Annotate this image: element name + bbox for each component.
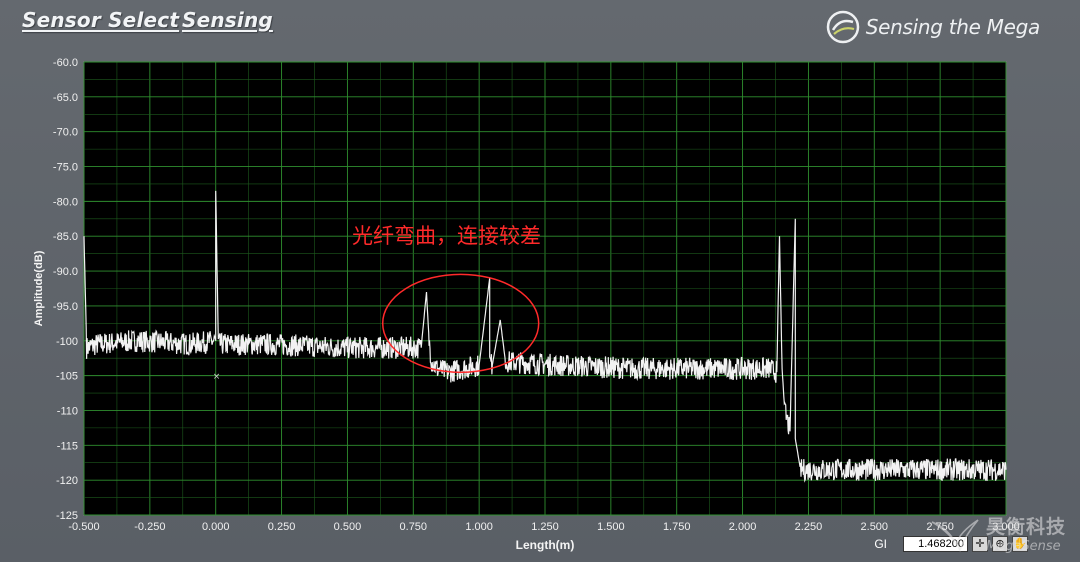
x-tick-label: 0.500: [334, 521, 362, 533]
y-axis-label: Amplitude(dB): [33, 250, 45, 326]
brand-swirl-icon: [826, 10, 859, 44]
x-tick-label: 2.000: [729, 521, 757, 533]
x-tick-label: 2.500: [861, 521, 889, 533]
y-tick-label: -65.0: [53, 92, 78, 104]
y-tick-label: -85.0: [53, 231, 78, 243]
x-tick-label: 1.000: [465, 521, 493, 533]
x-tick-label: 2.250: [795, 521, 823, 533]
brand-logo: Sensing the Mega: [826, 10, 1040, 44]
app-window: Sensor Select Sensing Sensing the Mega -…: [0, 0, 1080, 562]
x-tick-label: 1.750: [663, 521, 691, 533]
x-tick-label: -0.250: [134, 521, 165, 533]
cursor-marker: ×: [213, 372, 221, 382]
y-tick-label: -105: [56, 371, 78, 383]
y-tick-label: -100: [56, 336, 78, 348]
y-tick-label: -80.0: [53, 196, 78, 208]
x-tick-label: 1.250: [531, 521, 559, 533]
x-tick-label: 0.250: [268, 521, 296, 533]
x-tick-label: -0.500: [68, 521, 99, 533]
tab-sensing[interactable]: Sensing: [182, 8, 273, 32]
plot-panel: -60.0 -65.0 -70.0 -75.0 -80.0 -85.0 -90.0 -95.0…: [0, 48, 1080, 562]
x-tick-label: 1.500: [597, 521, 625, 533]
bird-logo-icon: [931, 519, 979, 552]
y-tick-label: -110: [57, 405, 78, 417]
watermark-cn: 昊衡科技: [985, 516, 1066, 538]
amplitude-chart[interactable]: -60.0 -65.0 -70.0 -75.0 -80.0 -85.0 -90.0 -95.0…: [0, 48, 1080, 562]
y-tick-label: -95.0: [53, 301, 78, 313]
x-tick-label: 0.750: [400, 521, 428, 533]
watermark: 昊衡科技 MegaSense: [930, 512, 1066, 554]
tab-sensor-select[interactable]: Sensor Select: [22, 8, 179, 32]
x-tick-label: 0.000: [202, 521, 230, 533]
gl-label: GI: [874, 537, 887, 551]
x-axis-label: Length(m): [516, 538, 575, 552]
y-tick-label: -115: [57, 440, 78, 452]
brand-name: Sensing the Mega: [865, 15, 1041, 39]
annotation-label: 光纤弯曲，连接较差: [352, 224, 541, 248]
y-tick-label: -60.0: [53, 57, 78, 69]
watermark-en: MegaSense: [985, 539, 1061, 554]
y-tick-label: -75.0: [53, 162, 78, 174]
y-tick-label: -120: [56, 475, 78, 487]
y-tick-label: -70.0: [53, 127, 78, 139]
y-tick-label: -90.0: [53, 266, 78, 278]
